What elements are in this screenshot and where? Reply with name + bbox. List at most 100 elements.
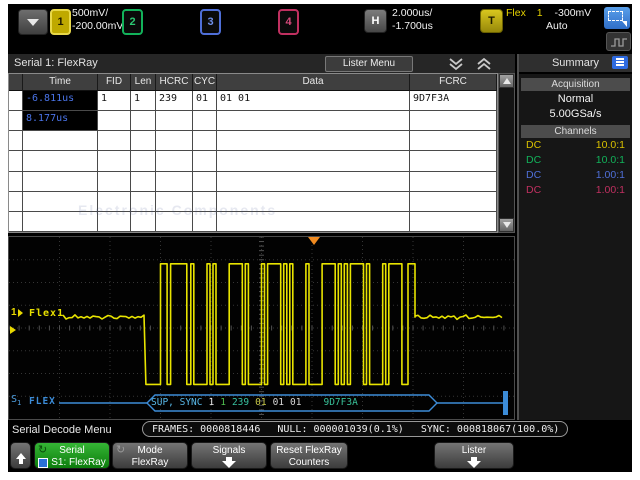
table-scrollbar[interactable] [498,73,515,233]
data-cell [131,211,156,232]
checkbox-icon [38,458,49,468]
horizontal-key[interactable]: H [364,9,387,33]
data-cell [98,111,131,132]
scroll-down-button[interactable] [499,218,514,232]
channel-2-number: 2 [129,16,136,28]
time-cell [23,151,98,172]
waveform-edit-icon[interactable] [606,32,631,51]
decode-field: 9D7F3A [323,396,358,408]
summary-menu-icon[interactable] [612,56,628,69]
timebase-delay: -1.700us [392,20,433,32]
data-cell [193,151,217,172]
data-cell [217,191,410,212]
data-cell [156,211,193,232]
data-cell [131,111,156,132]
waveform-display[interactable]: 1 Flex1 S1 FLEX SUP, SYNC 1 1 239 01 01 01 9D7F… [8,236,515,420]
time-cell [23,211,98,232]
data-cell: 9D7F3A [410,91,497,112]
oscilloscope-screen: 1 500mV/ -200.00mV 2 3 4 H 2.000us/ -1.7… [8,4,632,472]
data-cell [131,191,156,212]
softkey-serial[interactable]: ↻ Serial S1: FlexRay [34,442,110,469]
data-cell [156,171,193,192]
data-cell: 1 [98,91,131,112]
table-row[interactable]: -6.811us 1 1 239 01 01 01 9D7F3A [9,91,497,112]
softkey-reset-label: Reset FlexRay [276,445,342,456]
decode-field: 1 [220,396,226,408]
trigger-settings: Flex 1 -300mV Auto [506,7,591,33]
scroll-up-button[interactable] [499,74,514,88]
channel-2-button[interactable]: 2 [122,9,143,35]
back-up-button[interactable] [10,442,31,469]
data-cell [9,131,23,152]
data-cell [217,211,410,232]
data-cell [193,211,217,232]
decode-counters: FRAMES: 0000818446 NULL: 000001039(0.1%)… [142,421,568,437]
data-cell [193,131,217,152]
bus-label: FLEX [29,396,56,407]
trigger-channel: 1 [536,7,543,19]
chevron-double-down-icon[interactable] [445,57,467,71]
table-row[interactable] [9,191,497,212]
table-row[interactable]: 8.177us [9,111,497,132]
data-cell [410,111,497,132]
data-cell [131,131,156,152]
top-status-bar: 1 500mV/ -200.00mV 2 3 4 H 2.000us/ -1.7… [8,4,632,51]
lister-table: Time FID Len HCRC CYC Data FCRC -6.811us 1 1 239 01… [8,73,498,233]
up-triangle-icon [502,78,511,84]
decode-field: 1 [208,396,215,408]
lister-title: Serial 1: FlexRay [14,57,98,69]
decode-field: SUP, SYNC [151,396,203,408]
softkey-reset-flexray[interactable]: Reset FlexRay Counters [270,442,348,469]
region-select-icon[interactable] [604,7,630,29]
channel-4-button[interactable]: 4 [278,9,299,35]
data-cell [156,131,193,152]
lister-menu-button[interactable]: Lister Menu [325,56,413,72]
channel-summary-row: DC 10.0:1 [526,154,625,166]
data-cell [193,191,217,212]
channel-label: Flex1 [29,308,65,319]
softkey-signals[interactable]: Signals [191,442,267,469]
data-cell [98,171,131,192]
data-cell [9,111,23,132]
channel-1-reference-marker[interactable]: 1 [11,307,23,318]
data-cell [131,151,156,172]
data-cell [98,151,131,172]
data-cell [156,151,193,172]
table-row[interactable] [9,211,497,232]
channel-1-button[interactable]: 1 [50,9,71,35]
chevron-double-up-icon[interactable] [473,57,495,71]
trigger-level-marker[interactable] [10,326,16,334]
cycle-icon: ↻ [38,443,48,456]
data-cell [217,111,410,132]
data-cell: 1 [131,91,156,112]
down-triangle-icon [502,222,511,228]
decode-frame-text: SUP, SYNC 1 1 239 01 01 01 9D7F3A [151,394,358,410]
cycle-icon: ↻ [116,443,126,456]
table-row[interactable] [9,151,497,172]
data-cell [156,111,193,132]
down-triangle-icon [27,18,39,26]
decode-field: 01 [272,396,285,408]
null-counter: NULL: 000001039(0.1%) [277,423,404,435]
data-cell: 01 01 [217,91,410,112]
table-row[interactable] [9,171,497,192]
channel-3-number: 3 [207,16,214,28]
down-arrow-icon [466,457,482,468]
data-cell [410,151,497,172]
dashed-rect-icon [608,11,623,21]
softkey-lister[interactable]: Lister [434,442,514,469]
data-cell [410,131,497,152]
acquisition-header: Acquisition [521,78,630,91]
lister-header-bar: Serial 1: FlexRay Lister Menu [8,54,515,74]
softkey-signals-label: Signals [212,445,246,456]
trigger-mode: Auto [546,20,568,32]
softkey-mode[interactable]: ↻ Mode FlexRay [112,442,188,469]
menu-title: Serial Decode Menu [12,424,112,436]
menu-arrow-button[interactable] [18,9,48,35]
trigger-key[interactable]: T [480,9,503,33]
trigger-time-marker[interactable] [308,237,320,245]
data-cell [193,171,217,192]
data-cell: 01 [193,91,217,112]
channel-3-button[interactable]: 3 [200,9,221,35]
table-row[interactable] [9,131,497,152]
